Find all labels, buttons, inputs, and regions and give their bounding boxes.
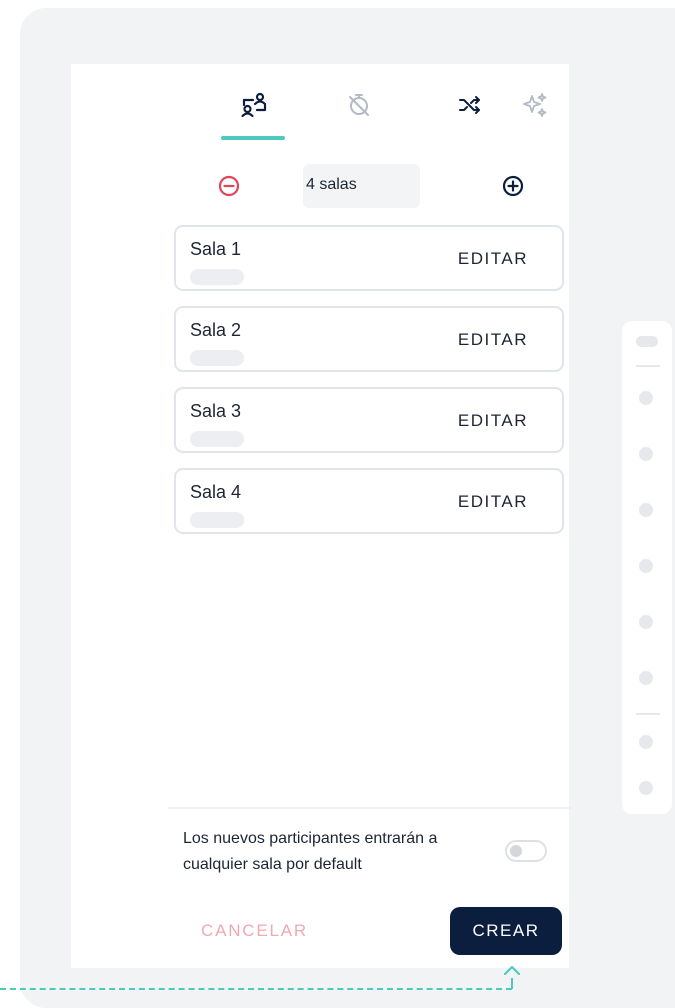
tab-breakout-rooms[interactable] xyxy=(239,90,269,120)
breakout-rooms-panel: 4 salas Sala 1 EDITAR Sala 2 EDITAR Sala… xyxy=(71,64,572,968)
increase-rooms-button[interactable] xyxy=(501,174,525,198)
room-count-selector: 4 salas xyxy=(71,164,569,208)
room-name: Sala 4 xyxy=(190,482,242,502)
room-name: Sala 1 xyxy=(190,239,242,259)
dashed-guide-line xyxy=(0,988,512,990)
plus-circle-icon xyxy=(502,175,524,197)
room-placeholder-pill xyxy=(190,350,244,366)
room-card: Sala 4 EDITAR xyxy=(174,468,564,534)
rail-placeholder xyxy=(639,559,653,573)
room-card: Sala 1 EDITAR xyxy=(174,225,564,291)
divider xyxy=(636,365,660,367)
tab-shuffle[interactable] xyxy=(455,90,485,120)
rail-placeholder xyxy=(639,735,653,749)
rail-placeholder xyxy=(636,336,658,347)
room-name: Sala 2 xyxy=(190,320,242,340)
edit-room-button[interactable]: EDITAR xyxy=(458,249,528,269)
toggle-knob xyxy=(510,845,522,857)
timer-off-icon xyxy=(349,94,369,116)
room-count-label: 4 salas xyxy=(306,176,357,193)
chevron-up-icon xyxy=(503,965,521,976)
room-placeholder-pill xyxy=(190,512,244,528)
rail-placeholder xyxy=(639,671,653,685)
room-placeholder-pill xyxy=(190,431,244,447)
divider xyxy=(636,713,660,715)
room-card: Sala 2 EDITAR xyxy=(174,306,564,372)
room-card: Sala 3 EDITAR xyxy=(174,387,564,453)
edit-room-button[interactable]: EDITAR xyxy=(458,492,528,512)
rail-placeholder xyxy=(639,781,653,795)
shuffle-icon xyxy=(459,96,480,114)
cancel-button[interactable]: CANCELAR xyxy=(201,921,308,941)
rail-placeholder xyxy=(639,503,653,517)
decrease-rooms-button[interactable] xyxy=(217,174,241,198)
edit-room-button[interactable]: EDITAR xyxy=(458,330,528,350)
rail-placeholder xyxy=(639,391,653,405)
default-room-note: Los nuevos participantes entrarán a cual… xyxy=(183,830,438,873)
dashed-guide-connector xyxy=(511,978,513,989)
minus-circle-icon xyxy=(218,175,240,197)
divider xyxy=(168,807,572,809)
default-room-toggle[interactable] xyxy=(505,840,547,862)
create-button[interactable]: CREAR xyxy=(450,907,562,955)
active-tab-indicator xyxy=(221,136,285,140)
tab-sparkles[interactable] xyxy=(520,90,550,120)
breakout-rooms-icon xyxy=(241,92,267,118)
sparkles-icon xyxy=(523,93,547,117)
room-placeholder-pill xyxy=(190,269,244,285)
right-rail xyxy=(622,321,672,814)
rail-placeholder xyxy=(639,447,653,461)
edit-room-button[interactable]: EDITAR xyxy=(458,411,528,431)
tab-bar xyxy=(71,64,569,144)
tab-timer[interactable] xyxy=(344,90,374,120)
room-name: Sala 3 xyxy=(190,401,242,421)
rail-placeholder xyxy=(639,615,653,629)
